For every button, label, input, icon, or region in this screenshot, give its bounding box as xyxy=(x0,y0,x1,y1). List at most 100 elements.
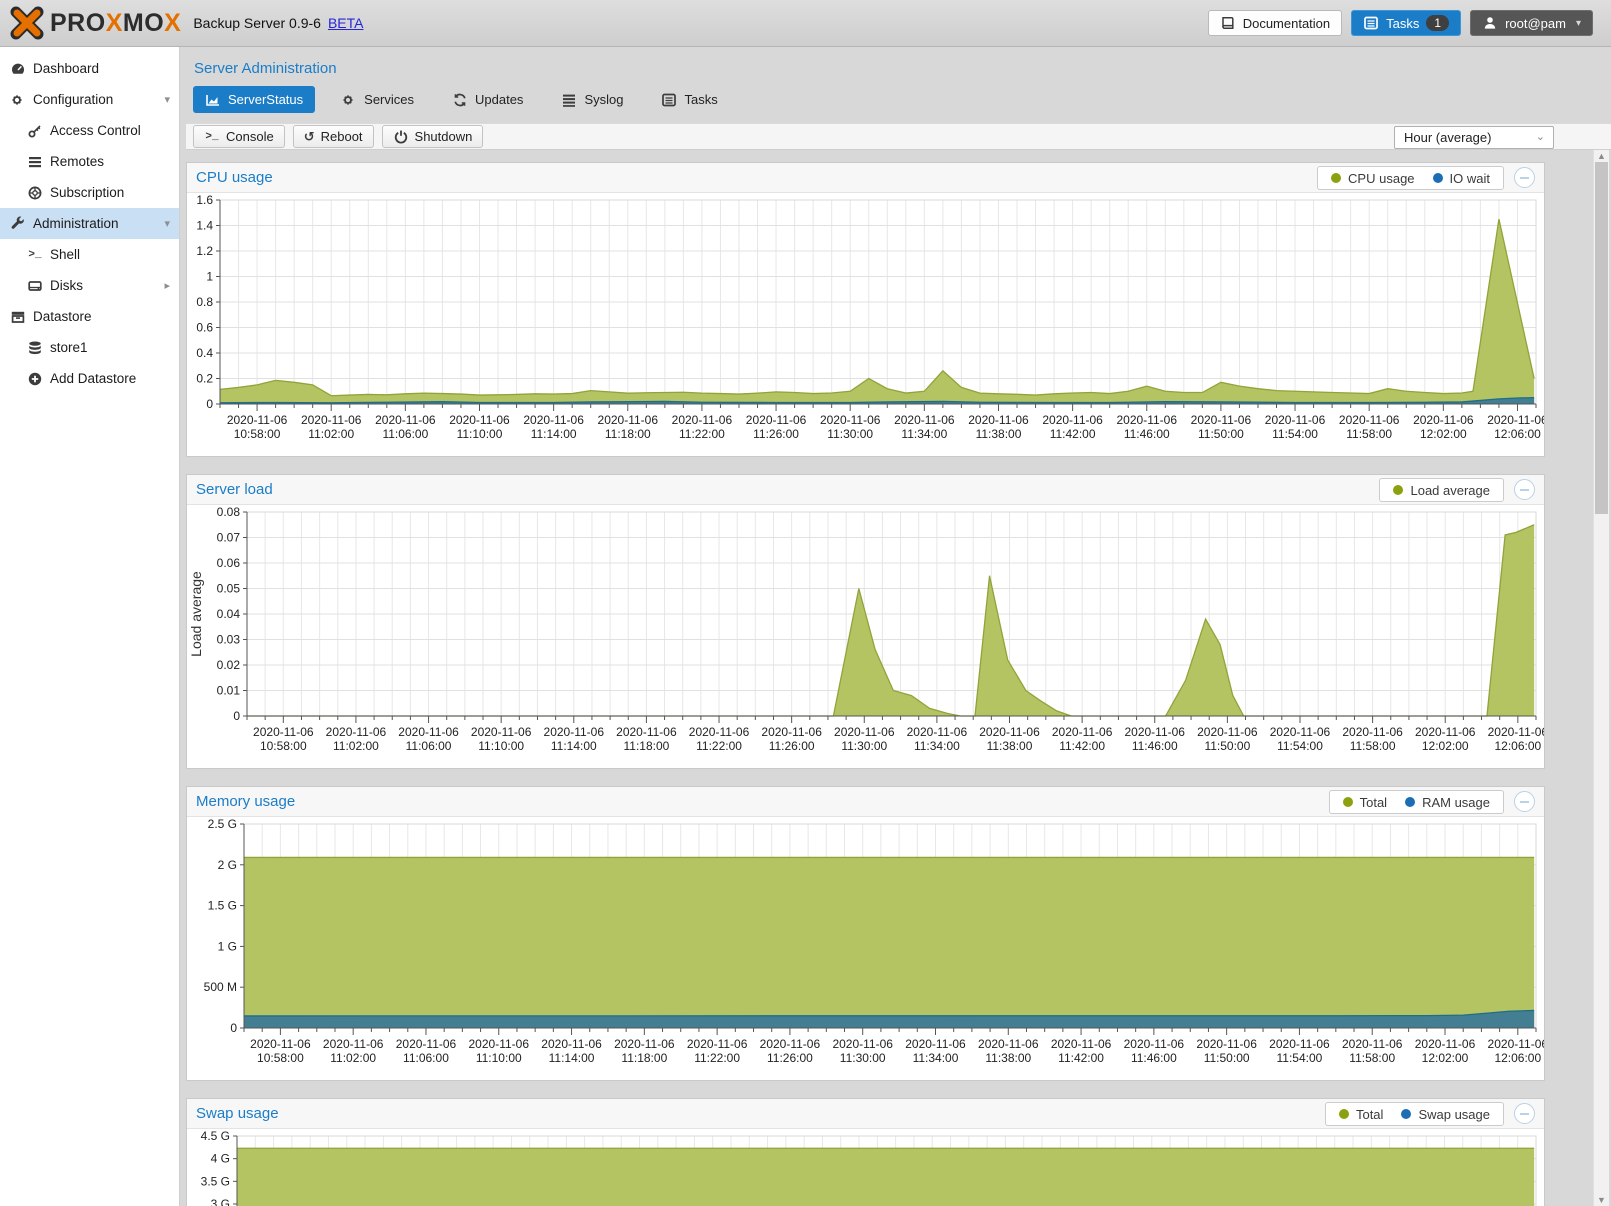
sidebar-item-disks[interactable]: Disks ▸ xyxy=(0,270,179,301)
memory-usage-legend: Total RAM usage xyxy=(1329,790,1504,814)
svg-text:2 G: 2 G xyxy=(218,858,237,872)
svg-text:11:10:00: 11:10:00 xyxy=(476,1051,522,1065)
list-bars-icon xyxy=(27,154,43,170)
cpu-usage-chart: 00.20.40.60.811.21.41.62020-11-0610:58:0… xyxy=(187,193,1544,456)
panel-title: Memory usage xyxy=(196,793,295,810)
svg-text:2020-11-06: 2020-11-06 xyxy=(760,1037,821,1051)
sidebar-item-datastore[interactable]: Datastore xyxy=(0,301,179,332)
svg-text:11:10:00: 11:10:00 xyxy=(478,739,524,753)
legend-label: CPU usage xyxy=(1348,171,1414,186)
legend-item[interactable]: Total xyxy=(1343,795,1387,810)
svg-text:2020-11-06: 2020-11-06 xyxy=(820,413,881,427)
user-menu-button[interactable]: root@pam ▾ xyxy=(1470,10,1593,36)
svg-text:0.8: 0.8 xyxy=(196,295,213,309)
tab-updates[interactable]: Updates xyxy=(440,86,535,113)
svg-text:2020-11-06: 2020-11-06 xyxy=(523,413,584,427)
legend-label: Swap usage xyxy=(1418,1107,1490,1122)
legend-item[interactable]: CPU usage xyxy=(1331,171,1414,186)
tab-serverstatus[interactable]: ServerStatus xyxy=(193,86,315,113)
collapse-panel-icon[interactable] xyxy=(1514,1103,1535,1124)
legend-label: Load average xyxy=(1410,483,1490,498)
svg-text:2020-11-06: 2020-11-06 xyxy=(1342,1037,1403,1051)
svg-text:10:58:00: 10:58:00 xyxy=(260,739,307,753)
legend-item[interactable]: Total xyxy=(1339,1107,1383,1122)
sidebar-item-dashboard[interactable]: Dashboard xyxy=(0,53,179,84)
svg-text:2020-11-06: 2020-11-06 xyxy=(616,725,677,739)
panel-memory-usage: Memory usage TotalRAM usage 0500 M1 G1.5… xyxy=(186,786,1545,1081)
svg-text:11:38:00: 11:38:00 xyxy=(976,427,1022,441)
tasks-button[interactable]: Tasks 1 xyxy=(1351,10,1461,36)
sidebar-item-subscription[interactable]: Subscription xyxy=(0,177,179,208)
sidebar-item-configuration[interactable]: Configuration ▾ xyxy=(0,84,179,115)
svg-text:11:14:00: 11:14:00 xyxy=(551,739,597,753)
legend-label: Total xyxy=(1356,1107,1383,1122)
svg-text:3.5 G: 3.5 G xyxy=(201,1174,230,1188)
documentation-button[interactable]: Documentation xyxy=(1208,10,1342,36)
svg-text:2020-11-06: 2020-11-06 xyxy=(1042,413,1103,427)
sidebar-item-label: Add Datastore xyxy=(50,371,136,386)
legend-item[interactable]: IO wait xyxy=(1433,171,1490,186)
svg-text:0.01: 0.01 xyxy=(217,684,241,698)
legend-item[interactable]: Load average xyxy=(1393,483,1490,498)
svg-text:2020-11-06: 2020-11-06 xyxy=(1339,413,1400,427)
svg-text:11:18:00: 11:18:00 xyxy=(621,1051,667,1065)
collapse-panel-icon[interactable] xyxy=(1514,479,1535,500)
svg-text:2020-11-06: 2020-11-06 xyxy=(253,725,314,739)
legend-label: RAM usage xyxy=(1422,795,1490,810)
svg-text:2020-11-06: 2020-11-06 xyxy=(469,1037,530,1051)
svg-text:2020-11-06: 2020-11-06 xyxy=(689,725,750,739)
legend-dot-icon xyxy=(1401,1109,1411,1119)
svg-text:2020-11-06: 2020-11-06 xyxy=(1269,1037,1330,1051)
console-button[interactable]: >_ Console xyxy=(193,125,285,148)
time-range-select[interactable]: Hour (average) ⌄ xyxy=(1394,126,1554,149)
app-header: PROXMOX Backup Server 0.9-6 BETA Documen… xyxy=(0,0,1611,47)
svg-text:2020-11-06: 2020-11-06 xyxy=(1342,725,1403,739)
server-load-legend: Load average xyxy=(1379,478,1504,502)
user-icon xyxy=(1482,15,1498,31)
sidebar-item-access-control[interactable]: Access Control xyxy=(0,115,179,146)
svg-text:11:54:00: 11:54:00 xyxy=(1277,1051,1323,1065)
shutdown-button[interactable]: Shutdown xyxy=(382,125,484,148)
svg-text:11:34:00: 11:34:00 xyxy=(914,739,960,753)
tab-services[interactable]: Services xyxy=(329,86,426,113)
collapse-panel-icon[interactable] xyxy=(1514,167,1535,188)
svg-text:1.6: 1.6 xyxy=(196,193,213,207)
legend-item[interactable]: Swap usage xyxy=(1401,1107,1490,1122)
svg-text:2020-11-06: 2020-11-06 xyxy=(1197,725,1258,739)
svg-text:2020-11-06: 2020-11-06 xyxy=(834,725,895,739)
tab-label: ServerStatus xyxy=(228,92,303,107)
scroll-down-icon[interactable]: ▼ xyxy=(1594,1194,1609,1206)
sidebar-item-remotes[interactable]: Remotes xyxy=(0,146,179,177)
sidebar-item-add-datastore[interactable]: Add Datastore xyxy=(0,363,179,394)
svg-text:2020-11-06: 2020-11-06 xyxy=(544,725,605,739)
svg-text:11:58:00: 11:58:00 xyxy=(1350,739,1396,753)
svg-text:11:42:00: 11:42:00 xyxy=(1058,1051,1104,1065)
scrollbar-thumb[interactable] xyxy=(1595,162,1608,514)
svg-text:11:10:00: 11:10:00 xyxy=(457,427,503,441)
beta-link[interactable]: BETA xyxy=(328,15,364,31)
tab-syslog[interactable]: Syslog xyxy=(549,86,635,113)
legend-item[interactable]: RAM usage xyxy=(1405,795,1490,810)
sidebar-item-label: store1 xyxy=(50,340,88,355)
sidebar-item-administration[interactable]: Administration ▾ xyxy=(0,208,179,239)
scroll-up-icon[interactable]: ▲ xyxy=(1594,150,1609,162)
tab-tasks[interactable]: Tasks xyxy=(649,86,729,113)
svg-text:2020-11-06: 2020-11-06 xyxy=(968,413,1029,427)
documentation-label: Documentation xyxy=(1243,16,1330,31)
tab-label: Syslog xyxy=(584,92,623,107)
align-justify-icon xyxy=(561,92,577,108)
svg-text:11:34:00: 11:34:00 xyxy=(901,427,947,441)
reboot-button[interactable]: ↺ Reboot xyxy=(293,125,374,148)
sidebar-item-shell[interactable]: >_ Shell xyxy=(0,239,179,270)
svg-text:2020-11-06: 2020-11-06 xyxy=(746,413,807,427)
svg-text:2020-11-06: 2020-11-06 xyxy=(1124,725,1185,739)
dashboard-gauge-icon xyxy=(10,61,26,77)
undo-arrow-icon: ↺ xyxy=(304,129,315,145)
toolbar: >_ Console ↺ Reboot Shutdown Hour (avera… xyxy=(186,123,1611,150)
panel-header: CPU usage CPU usageIO wait xyxy=(187,163,1544,193)
vertical-scrollbar[interactable]: ▲ ▼ xyxy=(1593,150,1609,1206)
svg-text:2020-11-06: 2020-11-06 xyxy=(301,413,362,427)
sidebar-item-store1[interactable]: store1 xyxy=(0,332,179,363)
svg-text:2020-11-06: 2020-11-06 xyxy=(1265,413,1326,427)
collapse-panel-icon[interactable] xyxy=(1514,791,1535,812)
